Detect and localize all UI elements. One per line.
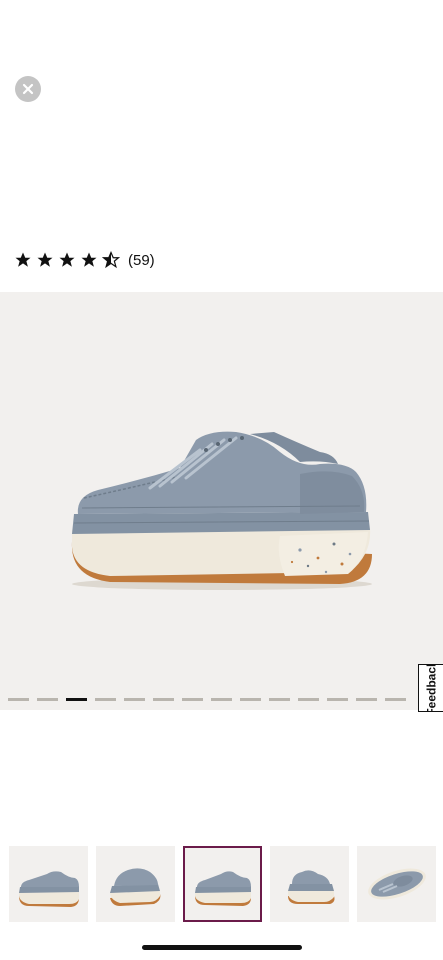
thumbnail-2[interactable] xyxy=(96,846,175,922)
carousel-dot[interactable] xyxy=(124,698,145,701)
star-icon xyxy=(15,252,31,267)
thumbnail-4[interactable] xyxy=(270,846,349,922)
star-icon xyxy=(59,252,75,267)
half-star-icon xyxy=(102,251,120,269)
thumbnail-3[interactable] xyxy=(183,846,262,922)
star-icon xyxy=(37,252,53,267)
product-image xyxy=(71,431,373,590)
feedback-label: Feedback xyxy=(424,664,439,712)
carousel-dot[interactable] xyxy=(153,698,174,701)
close-icon xyxy=(22,83,34,95)
carousel-dot[interactable] xyxy=(95,698,116,701)
close-button[interactable] xyxy=(15,76,41,102)
carousel-dot[interactable] xyxy=(298,698,319,701)
carousel-dot[interactable] xyxy=(37,698,58,701)
carousel-dot-active[interactable] xyxy=(66,698,87,701)
carousel-indicator xyxy=(8,698,406,701)
thumbnail-strip xyxy=(9,846,439,926)
feedback-tab[interactable]: Feedback xyxy=(418,664,443,712)
carousel-dot[interactable] xyxy=(327,698,348,701)
carousel-dot[interactable] xyxy=(182,698,203,701)
home-indicator xyxy=(142,945,302,950)
review-count[interactable]: (59) xyxy=(128,253,155,268)
product-image-gallery[interactable] xyxy=(0,292,443,710)
star-icon xyxy=(81,252,97,267)
carousel-dot[interactable] xyxy=(8,698,29,701)
carousel-dot[interactable] xyxy=(211,698,232,701)
thumbnail-image xyxy=(19,871,79,907)
carousel-dot[interactable] xyxy=(269,698,290,701)
carousel-dot[interactable] xyxy=(385,698,406,701)
thumbnail-1[interactable] xyxy=(9,846,88,922)
thumbnail-image xyxy=(368,868,426,900)
thumbnail-image xyxy=(110,868,161,906)
thumbnail-image xyxy=(195,871,251,906)
rating[interactable]: (59) xyxy=(14,250,155,270)
carousel-dot[interactable] xyxy=(356,698,377,701)
thumbnail-5[interactable] xyxy=(357,846,436,922)
thumbnail-image xyxy=(288,870,335,904)
carousel-dot[interactable] xyxy=(240,698,261,701)
